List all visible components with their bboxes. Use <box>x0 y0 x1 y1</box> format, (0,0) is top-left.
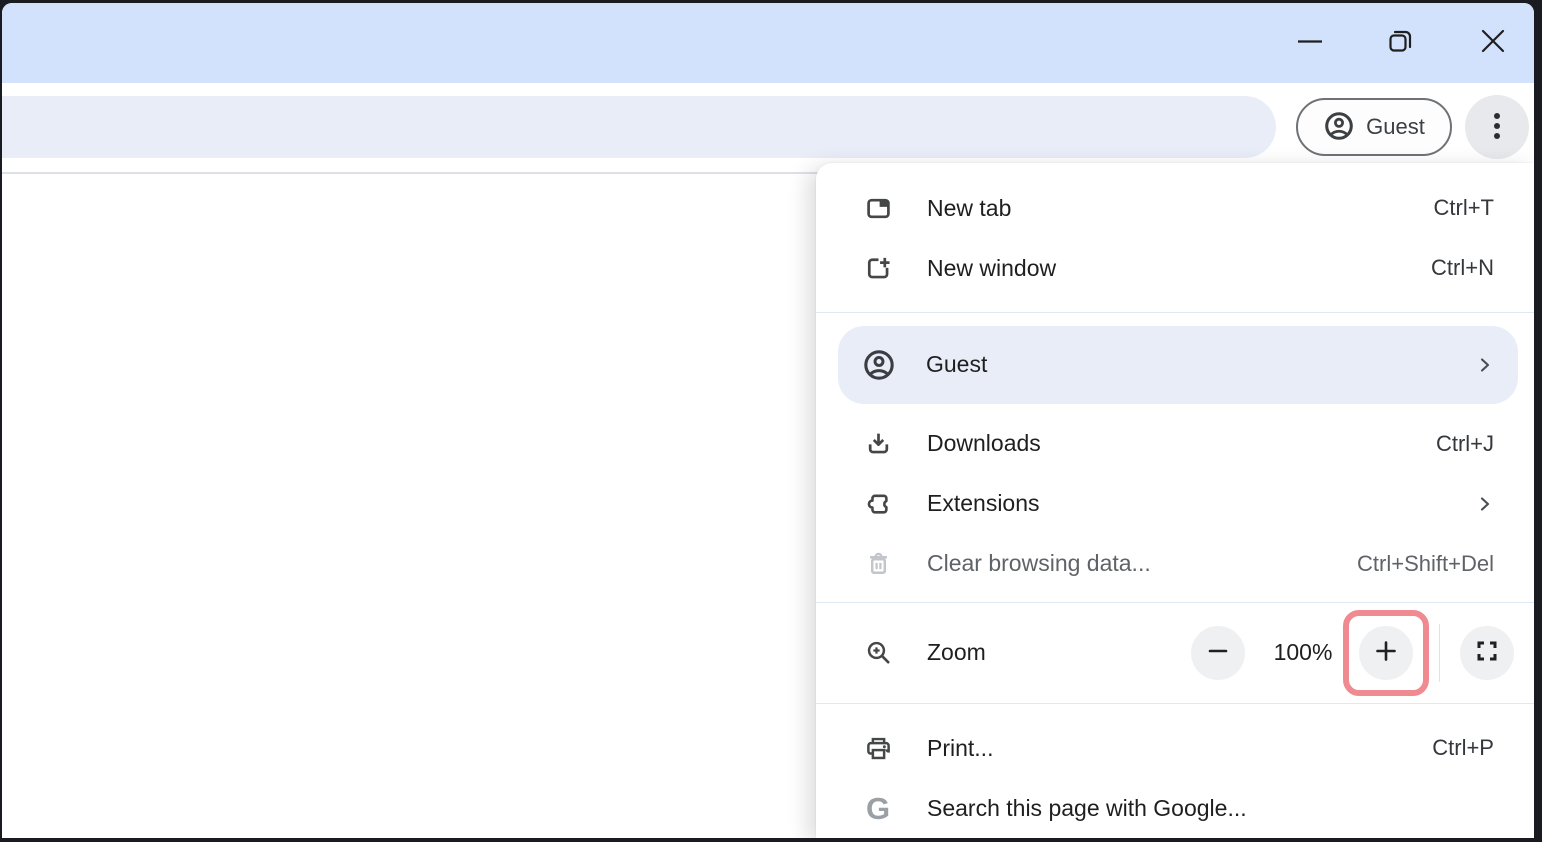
zoom-controls-divider <box>1439 624 1440 682</box>
minimize-icon <box>1296 27 1324 58</box>
menu-item-guest-profile[interactable]: Guest <box>838 326 1518 404</box>
menu-item-shortcut: Ctrl+N <box>1431 255 1494 281</box>
profile-button[interactable]: Guest <box>1296 98 1452 156</box>
browser-window: Guest New tab Ctrl+T <box>2 3 1534 838</box>
zoom-out-button[interactable] <box>1191 626 1245 680</box>
printer-icon <box>864 734 892 762</box>
fullscreen-button[interactable] <box>1460 626 1514 680</box>
menu-item-shortcut: Ctrl+T <box>1434 195 1495 221</box>
menu-item-shortcut: Ctrl+P <box>1432 735 1494 761</box>
toolbar: Guest <box>2 83 1534 172</box>
menu-item-zoom: Zoom 100% <box>816 603 1534 703</box>
menu-item-label: Guest <box>926 351 987 378</box>
close-button[interactable] <box>1471 20 1515 64</box>
chevron-right-icon <box>1476 495 1494 513</box>
menu-item-search-with-google[interactable]: G Search this page with Google... <box>816 778 1534 838</box>
extensions-puzzle-icon <box>864 490 892 518</box>
guest-avatar-icon <box>862 348 896 382</box>
menu-item-downloads[interactable]: Downloads Ctrl+J <box>816 414 1534 474</box>
restore-button[interactable] <box>1378 20 1422 64</box>
menu-item-clear-browsing-data[interactable]: Clear browsing data... Ctrl+Shift+Del <box>816 534 1534 594</box>
guest-avatar-icon <box>1323 110 1355 145</box>
menu-item-new-window[interactable]: New window Ctrl+N <box>816 238 1534 298</box>
menu-item-label: New tab <box>927 195 1011 222</box>
trash-icon <box>864 550 892 578</box>
close-icon <box>1479 27 1507 58</box>
address-bar[interactable] <box>2 96 1276 158</box>
zoom-in-button[interactable] <box>1359 626 1413 680</box>
menu-item-label: Clear browsing data... <box>927 550 1151 577</box>
menu-item-label: Downloads <box>927 430 1041 457</box>
zoom-magnifier-icon <box>864 639 892 667</box>
new-tab-icon <box>864 194 892 222</box>
menu-item-shortcut: Ctrl+Shift+Del <box>1357 551 1494 577</box>
menu-item-extensions[interactable]: Extensions <box>816 474 1534 534</box>
profile-button-label: Guest <box>1366 114 1425 140</box>
browser-menu: New tab Ctrl+T New window Ctrl+N <box>816 163 1534 838</box>
titlebar <box>2 3 1534 83</box>
minus-icon <box>1207 640 1229 665</box>
plus-icon <box>1374 639 1398 666</box>
menu-item-print[interactable]: Print... Ctrl+P <box>816 718 1534 778</box>
chevron-right-icon <box>1476 356 1494 374</box>
menu-item-label: Extensions <box>927 490 1040 517</box>
zoom-level: 100% <box>1247 639 1359 666</box>
google-g-icon: G <box>864 794 892 822</box>
minimize-button[interactable] <box>1288 20 1332 64</box>
fullscreen-icon <box>1475 639 1499 666</box>
menu-item-label: New window <box>927 255 1056 282</box>
menu-item-label: Search this page with Google... <box>927 795 1247 822</box>
three-dot-menu-icon <box>1481 110 1513 145</box>
new-window-icon <box>864 254 892 282</box>
restore-icon <box>1386 27 1414 58</box>
menu-button[interactable] <box>1465 95 1529 159</box>
download-icon <box>864 430 892 458</box>
menu-item-shortcut: Ctrl+J <box>1436 431 1494 457</box>
menu-item-new-tab[interactable]: New tab Ctrl+T <box>816 178 1534 238</box>
menu-item-label: Print... <box>927 735 993 762</box>
menu-item-label: Zoom <box>927 639 986 666</box>
